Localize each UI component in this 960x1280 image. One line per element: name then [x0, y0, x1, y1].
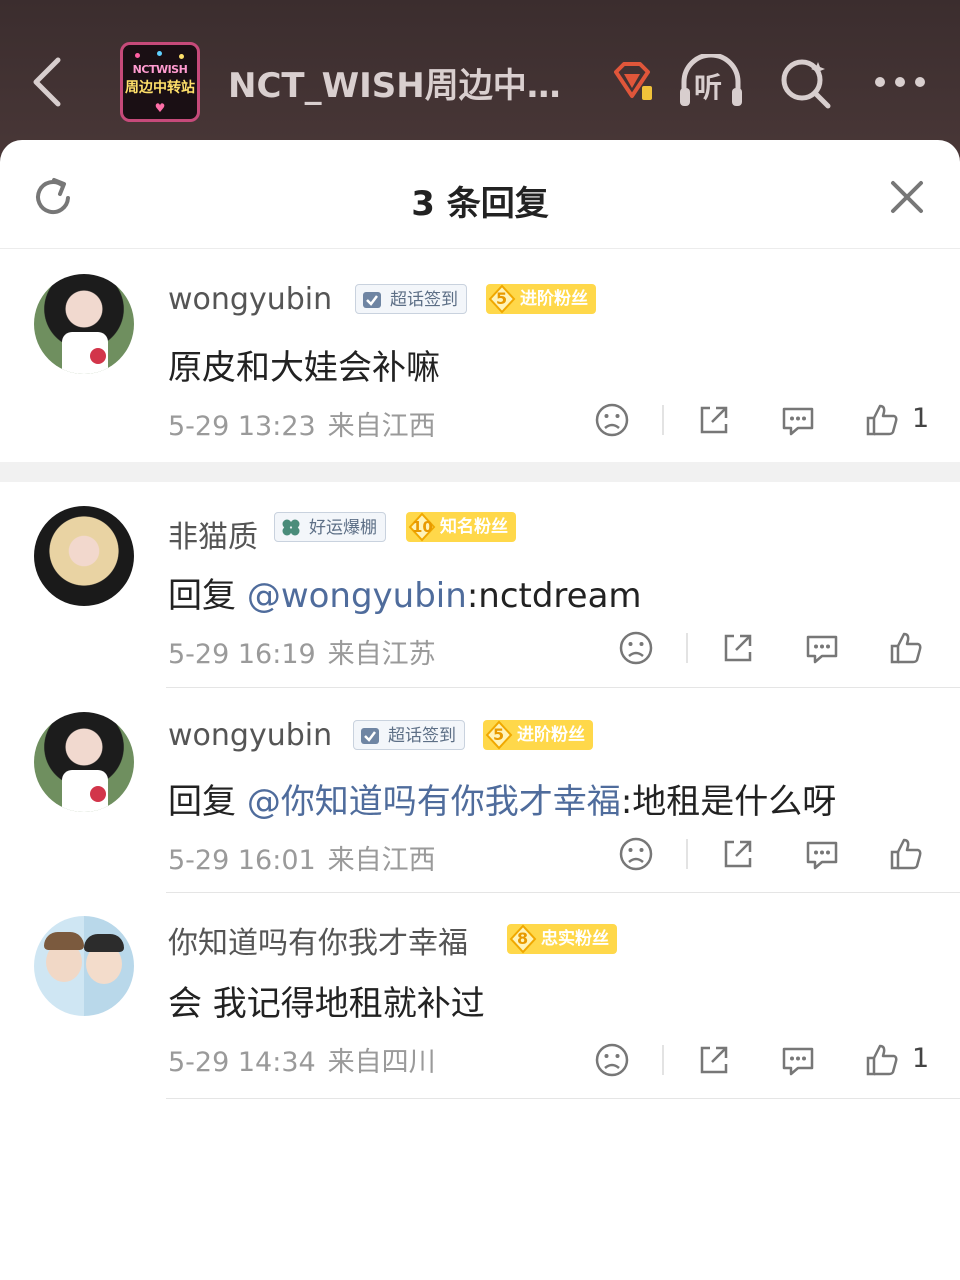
comment-time: 5-29 14:34 — [168, 1047, 316, 1078]
comment-icon[interactable] — [802, 628, 842, 668]
action-divider — [662, 1045, 664, 1075]
like-icon[interactable] — [886, 834, 926, 874]
mention-link[interactable]: @wongyubin — [247, 576, 467, 616]
fan-level-label: 知名粉丝 — [440, 517, 508, 537]
sign-in-badge[interactable]: 超话签到 — [355, 284, 467, 314]
fan-level-label: 忠实粉丝 — [541, 929, 609, 949]
comment-time: 5-29 16:01 — [168, 845, 316, 876]
calendar-check-icon — [363, 292, 381, 308]
action-divider — [686, 839, 688, 869]
share-icon[interactable] — [694, 1040, 734, 1080]
divider — [166, 687, 960, 688]
fan-level-label: 进阶粉丝 — [520, 289, 588, 309]
reply-text: 回复 @你知道吗有你我才幸福:地租是什么呀 — [168, 774, 836, 823]
super-topic-logo[interactable]: NCTWISH 周边中转站 ♥ — [120, 42, 200, 122]
calendar-check-icon — [361, 728, 379, 744]
lucky-badge[interactable]: 好运爆棚 — [274, 512, 386, 542]
sign-in-badge-label: 超话签到 — [390, 290, 458, 310]
sign-in-badge[interactable]: 超话签到 — [353, 720, 465, 750]
dislike-icon[interactable] — [616, 628, 656, 668]
section-separator — [0, 462, 960, 482]
reply-prefix: 回复 — [168, 576, 247, 616]
comment-meta: 5-29 16:01 来自江西 — [168, 838, 436, 877]
lucky-badge-label: 好运爆棚 — [309, 518, 377, 538]
comment-time: 5-29 13:23 — [168, 411, 316, 442]
like-count: 1 — [912, 403, 930, 434]
reply-content: :nctdream — [466, 576, 642, 616]
action-divider — [686, 633, 688, 663]
sheet-header: 3 条回复 — [0, 140, 960, 249]
logo-text-line2: 周边中转站 — [125, 80, 195, 96]
action-divider — [662, 405, 664, 435]
reply-prefix: 回复 — [168, 782, 247, 822]
comment-location: 来自江西 — [327, 411, 436, 442]
comment-icon[interactable] — [778, 1040, 818, 1080]
username[interactable]: 非猫质 — [168, 512, 258, 556]
divider — [166, 1098, 960, 1099]
search-icon[interactable] — [778, 56, 832, 110]
comment-meta: 5-29 14:34 来自四川 — [168, 1040, 436, 1079]
fan-level-badge[interactable]: 5 进阶粉丝 — [483, 720, 593, 750]
comment-location: 来自江苏 — [327, 639, 436, 670]
like-icon[interactable] — [862, 1040, 902, 1080]
share-icon[interactable] — [718, 628, 758, 668]
clover-icon — [282, 519, 300, 536]
comment-location: 来自江西 — [327, 845, 436, 876]
divider — [166, 892, 960, 893]
username[interactable]: wongyubin — [168, 282, 332, 317]
comment-icon[interactable] — [802, 834, 842, 874]
comment-meta: 5-29 13:23 来自江西 — [168, 404, 436, 443]
listen-label: 听 — [694, 71, 723, 104]
page-title[interactable]: NCT_WISH周边中… — [228, 58, 588, 107]
fan-level-label: 进阶粉丝 — [517, 725, 585, 745]
fan-level-badge[interactable]: 10 知名粉丝 — [406, 512, 516, 542]
avatar[interactable] — [34, 274, 134, 374]
like-icon[interactable] — [886, 628, 926, 668]
like-icon[interactable] — [862, 400, 902, 440]
fan-level-badge[interactable]: 8 忠实粉丝 — [507, 924, 617, 954]
reply-content: :地租是什么呀 — [620, 782, 837, 822]
replies-sheet: 3 条回复 wongyubin 超话签到 5 进阶粉丝 原皮和大娃会补嘛 5-2… — [0, 140, 960, 1280]
comment-time: 5-29 16:19 — [168, 639, 316, 670]
comment-location: 来自四川 — [327, 1047, 436, 1078]
avatar[interactable] — [34, 506, 134, 606]
dislike-icon[interactable] — [592, 400, 632, 440]
sheet-title: 3 条回复 — [411, 184, 549, 224]
dislike-icon[interactable] — [616, 834, 656, 874]
avatar[interactable] — [34, 712, 134, 812]
comment-text: 原皮和大娃会补嘛 — [168, 348, 440, 388]
dislike-icon[interactable] — [592, 1040, 632, 1080]
share-icon[interactable] — [718, 834, 758, 874]
fan-level-number: 10 — [412, 518, 433, 536]
like-count: 1 — [912, 1043, 930, 1074]
listen-icon[interactable]: 听 — [678, 52, 744, 110]
close-icon[interactable] — [890, 180, 924, 214]
avatar[interactable] — [34, 916, 134, 1016]
comment-icon[interactable] — [778, 400, 818, 440]
username[interactable]: wongyubin — [168, 718, 332, 753]
sign-in-badge-label: 超话签到 — [388, 726, 456, 746]
more-options-icon[interactable] — [872, 74, 928, 90]
mention-link[interactable]: @你知道吗有你我才幸福 — [247, 782, 621, 822]
username[interactable]: 你知道吗有你我才幸福 — [168, 918, 468, 962]
comment-meta: 5-29 16:19 来自江苏 — [168, 632, 436, 671]
share-icon[interactable] — [694, 400, 734, 440]
diamond-badge-icon[interactable] — [610, 62, 654, 102]
comment-text: 会 我记得地租就补过 — [168, 984, 485, 1024]
fan-level-number: 8 — [517, 929, 529, 948]
fan-level-number: 5 — [493, 725, 505, 744]
back-arrow-icon[interactable] — [28, 56, 68, 108]
heart-icon: ♥ — [154, 101, 166, 115]
reply-text: 回复 @wongyubin:nctdream — [168, 568, 642, 617]
logo-text-line1: NCTWISH — [132, 63, 188, 76]
fan-level-badge[interactable]: 5 进阶粉丝 — [486, 284, 596, 314]
fan-level-number: 5 — [496, 289, 508, 308]
